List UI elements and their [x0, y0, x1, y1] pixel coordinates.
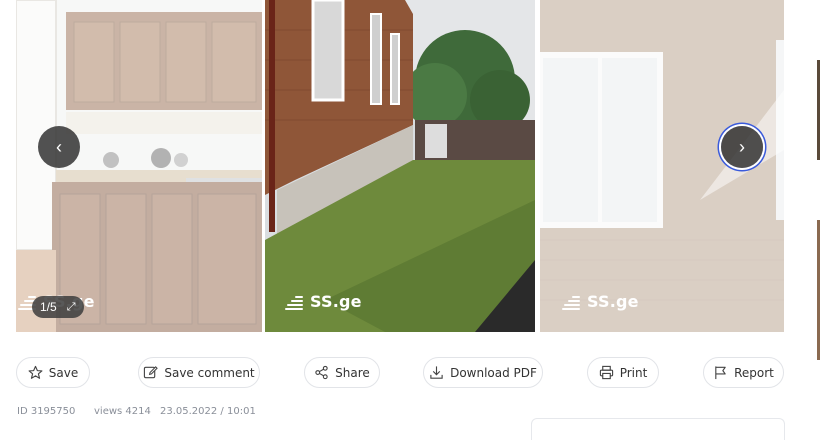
publish-date: 23.05.2022 / 10:01 — [160, 406, 256, 417]
edit-icon — [144, 366, 159, 379]
share-button[interactable]: Share — [304, 357, 380, 388]
ssge-logo-icon — [562, 294, 580, 310]
printer-icon — [599, 365, 613, 380]
action-bar: Save Save comment Share Download PDF Pri… — [0, 357, 820, 389]
chevron-left-icon: ‹ — [56, 136, 62, 157]
view-count: views 4214 — [94, 406, 151, 417]
ssge-watermark: SS.ge — [562, 292, 639, 311]
save-button[interactable]: Save — [16, 357, 90, 388]
ssge-watermark: SS.ge — [285, 292, 362, 311]
gallery-photo-yard[interactable]: SS.ge — [265, 0, 535, 332]
chevron-right-icon: › — [739, 136, 745, 157]
gallery-prev-button[interactable]: ‹ — [38, 126, 80, 168]
download-icon — [430, 366, 443, 379]
ssge-logo-icon — [285, 294, 303, 310]
save-comment-button[interactable]: Save comment — [138, 357, 260, 388]
gallery-counter: 1/5 ⤢ — [32, 296, 84, 318]
gallery-next-button[interactable]: › — [721, 126, 763, 168]
download-pdf-button[interactable]: Download PDF — [423, 357, 543, 388]
fullscreen-icon[interactable]: ⤢ — [67, 301, 76, 314]
share-icon — [315, 365, 328, 380]
print-button[interactable]: Print — [587, 357, 659, 388]
flag-icon — [715, 366, 726, 380]
photo-counter: 1/5 — [40, 300, 57, 314]
listing-id: ID 3195750 — [17, 406, 76, 417]
photo-gallery[interactable]: SS.ge SS.ge ‹ › — [16, 0, 784, 332]
listing-meta: ID 3195750 views 4214 23.05.2022 / 10:01 — [17, 406, 256, 417]
contact-card — [531, 418, 785, 440]
star-icon — [28, 365, 43, 379]
report-button[interactable]: Report — [703, 357, 784, 388]
